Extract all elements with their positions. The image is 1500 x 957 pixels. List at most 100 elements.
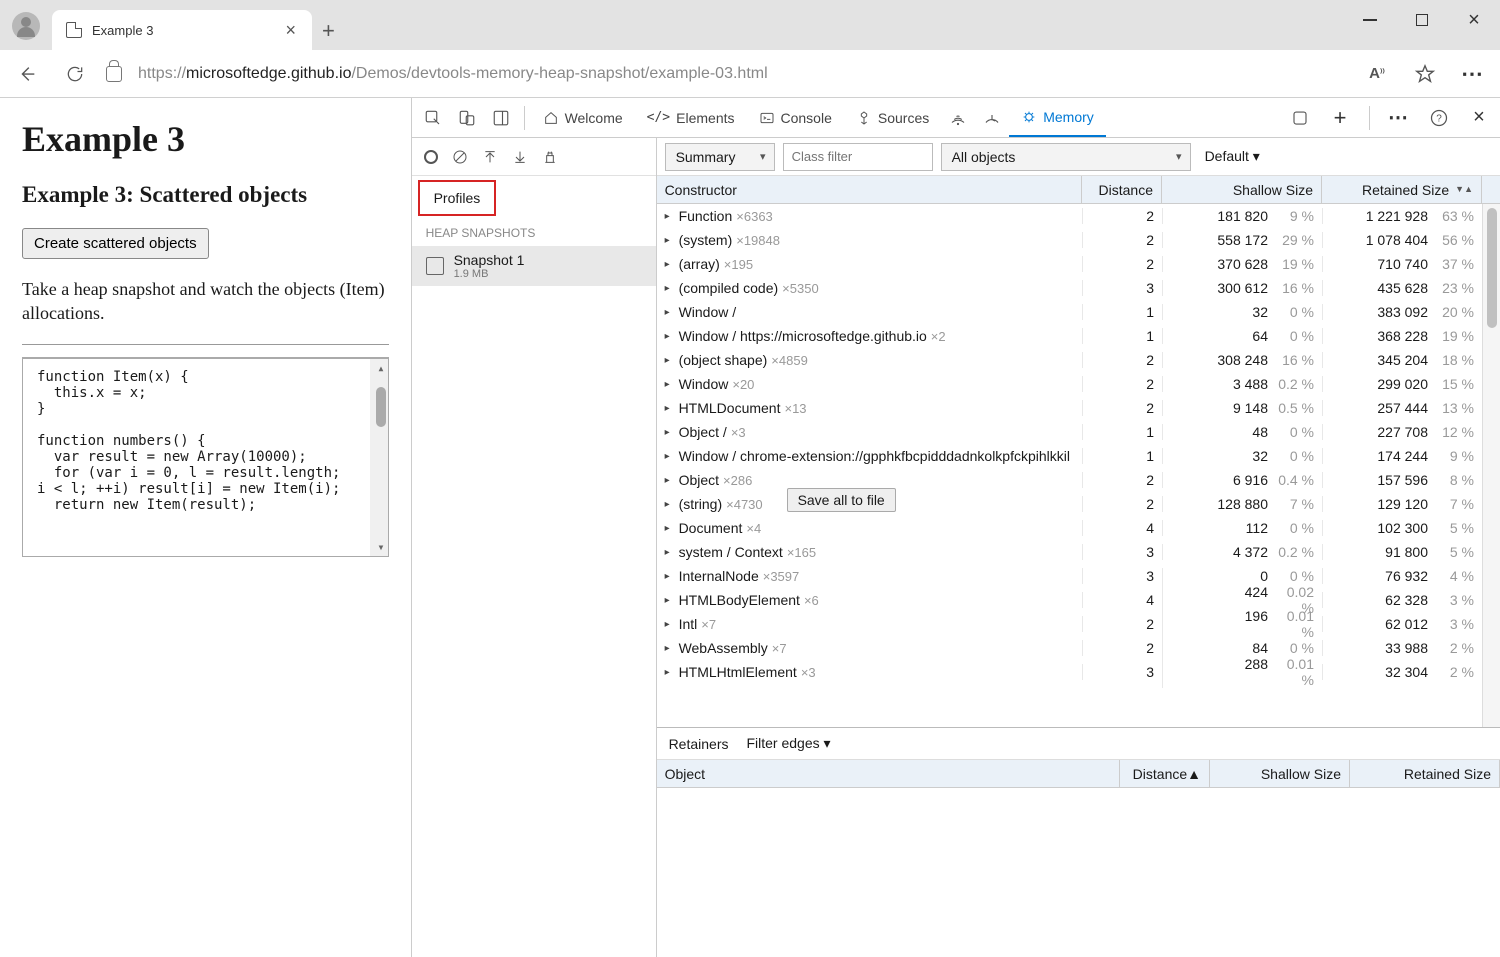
col-distance[interactable]: Distance bbox=[1082, 176, 1162, 203]
table-scrollbar[interactable] bbox=[1482, 204, 1500, 727]
svg-text:?: ? bbox=[1436, 113, 1442, 124]
tab-elements[interactable]: </>Elements bbox=[635, 98, 747, 137]
table-row[interactable]: ▸Window ×2023 4880.2 %299 02015 % bbox=[657, 372, 1500, 396]
refresh-button[interactable] bbox=[58, 57, 92, 91]
devtools-body: Profiles HEAP SNAPSHOTS Snapshot 1 1.9 M… bbox=[412, 138, 1500, 957]
filter-bar: Summary All objects Default ▾ bbox=[657, 138, 1500, 176]
summary-select[interactable]: Summary bbox=[665, 143, 775, 171]
lock-icon bbox=[106, 66, 122, 82]
snapshot-item[interactable]: Snapshot 1 1.9 MB bbox=[412, 246, 656, 286]
profile-avatar[interactable] bbox=[12, 12, 40, 40]
retainers-header: Object Distance ▲ Shallow Size Retained … bbox=[657, 760, 1500, 788]
col-constructor[interactable]: Constructor bbox=[657, 176, 1082, 203]
profiles-header[interactable]: Profiles bbox=[418, 180, 497, 216]
table-row[interactable]: ▸Object / ×31480 %227 70812 % bbox=[657, 420, 1500, 444]
filter-edges-select[interactable]: Filter edges ▾ bbox=[746, 735, 830, 752]
network-icon[interactable] bbox=[941, 101, 975, 135]
dock-icon[interactable] bbox=[484, 101, 518, 135]
profiles-sidebar: Profiles HEAP SNAPSHOTS Snapshot 1 1.9 M… bbox=[412, 138, 657, 957]
table-row[interactable]: ▸system / Context ×16534 3720.2 %91 8005… bbox=[657, 540, 1500, 564]
table-row[interactable]: ▸WebAssembly ×72840 %33 9882 % bbox=[657, 636, 1500, 660]
rcol-distance[interactable]: Distance ▲ bbox=[1120, 760, 1210, 787]
rcol-retained[interactable]: Retained Size bbox=[1350, 760, 1500, 787]
code-scrollbar[interactable]: ▴ ▾ bbox=[370, 359, 388, 556]
table-header: Constructor Distance Shallow Size Retain… bbox=[657, 176, 1500, 204]
more-icon[interactable]: ⋯ bbox=[1382, 101, 1416, 135]
table-row[interactable]: ▸HTMLHtmlElement ×332880.01 %32 3042 % bbox=[657, 660, 1500, 684]
help-icon[interactable]: ? bbox=[1422, 101, 1456, 135]
snapshot-main: Summary All objects Default ▾ Constructo… bbox=[657, 138, 1500, 957]
code-textarea[interactable]: function Item(x) { this.x = x; } functio… bbox=[22, 357, 389, 557]
table-row[interactable]: ▸(array) ×1952370 62819 %710 74037 % bbox=[657, 252, 1500, 276]
create-scattered-button[interactable]: Create scattered objects bbox=[22, 228, 209, 259]
minimize-button[interactable] bbox=[1344, 0, 1396, 40]
workspace: Example 3 Example 3: Scattered objects C… bbox=[0, 98, 1500, 957]
save-down-icon[interactable] bbox=[512, 149, 528, 165]
close-window-button[interactable]: × bbox=[1448, 0, 1500, 40]
table-row[interactable]: ▸InternalNode ×3597300 %76 9324 % bbox=[657, 564, 1500, 588]
browser-tab[interactable]: Example 3 × bbox=[52, 10, 312, 50]
table-row[interactable]: ▸HTMLDocument ×1329 1480.5 %257 44413 % bbox=[657, 396, 1500, 420]
tab-console[interactable]: Console bbox=[747, 98, 844, 137]
rcol-object[interactable]: Object bbox=[657, 760, 1120, 787]
table-row[interactable]: ▸(string) ×47302128 8807 %129 1207 % bbox=[657, 492, 1500, 516]
table-row[interactable]: ▸Document ×441120 %102 3005 % bbox=[657, 516, 1500, 540]
snapshot-icon bbox=[426, 257, 444, 275]
table-row[interactable]: ▸(system) ×198482558 17229 %1 078 40456 … bbox=[657, 228, 1500, 252]
table-row[interactable]: ▸Window / https://microsoftedge.github.i… bbox=[657, 324, 1500, 348]
all-objects-select[interactable]: All objects bbox=[941, 143, 1191, 171]
table-row[interactable]: ▸Window / chrome-extension://gpphkfbcpid… bbox=[657, 444, 1500, 468]
tab-memory[interactable]: Memory bbox=[1009, 98, 1106, 137]
url-host: microsoftedge.github.io bbox=[186, 65, 351, 83]
retainers-panel: Retainers Filter edges ▾ Object Distance… bbox=[657, 727, 1500, 957]
page-icon bbox=[66, 22, 82, 38]
favorite-icon[interactable] bbox=[1408, 57, 1442, 91]
inspect-icon[interactable] bbox=[416, 101, 450, 135]
close-devtools-icon[interactable]: × bbox=[1462, 101, 1496, 135]
table-body[interactable]: ▸Function ×63632181 8209 %1 221 92863 %▸… bbox=[657, 204, 1500, 727]
table-row[interactable]: ▸Window / 1320 %383 09220 % bbox=[657, 300, 1500, 324]
table-row[interactable]: ▸Intl ×721960.01 %62 0123 % bbox=[657, 612, 1500, 636]
table-row[interactable]: ▸(compiled code) ×53503300 61216 %435 62… bbox=[657, 276, 1500, 300]
retainers-tab[interactable]: Retainers bbox=[669, 736, 729, 752]
tab-well-icon[interactable] bbox=[1283, 101, 1317, 135]
table-row[interactable]: ▸Object ×28626 9160.4 %157 5968 % bbox=[657, 468, 1500, 492]
device-icon[interactable] bbox=[450, 101, 484, 135]
constructor-table: Constructor Distance Shallow Size Retain… bbox=[657, 176, 1500, 727]
page-h2: Example 3: Scattered objects bbox=[22, 182, 389, 208]
tab-welcome[interactable]: Welcome bbox=[531, 98, 635, 137]
devtools: Welcome </>Elements Console Sources Memo… bbox=[412, 98, 1500, 957]
save-tooltip: Save all to file bbox=[787, 488, 896, 512]
tab-sources[interactable]: Sources bbox=[844, 98, 941, 137]
heap-snapshots-label: HEAP SNAPSHOTS bbox=[412, 220, 656, 246]
performance-icon[interactable] bbox=[975, 101, 1009, 135]
col-shallow[interactable]: Shallow Size bbox=[1162, 176, 1322, 203]
clear-icon[interactable] bbox=[452, 149, 468, 165]
gc-icon[interactable] bbox=[542, 149, 558, 165]
tab-title: Example 3 bbox=[92, 23, 271, 38]
page-content: Example 3 Example 3: Scattered objects C… bbox=[0, 98, 412, 957]
url-field[interactable]: https://microsoftedge.github.io/Demos/de… bbox=[106, 65, 1346, 83]
rcol-shallow[interactable]: Shallow Size bbox=[1210, 760, 1350, 787]
menu-icon[interactable]: ⋯ bbox=[1456, 57, 1490, 91]
table-row[interactable]: ▸(object shape) ×48592308 24816 %345 204… bbox=[657, 348, 1500, 372]
url-path: /Demos/devtools-memory-heap-snapshot/exa… bbox=[351, 65, 767, 83]
maximize-button[interactable] bbox=[1396, 0, 1448, 40]
new-tab-button[interactable]: + bbox=[312, 18, 345, 50]
table-row[interactable]: ▸HTMLBodyElement ×644240.02 %62 3283 % bbox=[657, 588, 1500, 612]
page-h1: Example 3 bbox=[22, 118, 389, 160]
col-retained[interactable]: Retained Size▼▲ bbox=[1322, 176, 1482, 203]
default-select[interactable]: Default ▾ bbox=[1199, 148, 1266, 165]
window-controls: × bbox=[1344, 0, 1500, 40]
add-tab-icon[interactable]: + bbox=[1323, 101, 1357, 135]
back-button[interactable] bbox=[10, 57, 44, 91]
load-up-icon[interactable] bbox=[482, 149, 498, 165]
class-filter-input[interactable] bbox=[783, 143, 933, 171]
address-bar: https://microsoftedge.github.io/Demos/de… bbox=[0, 50, 1500, 98]
page-description: Take a heap snapshot and watch the objec… bbox=[22, 277, 389, 326]
profiles-toolbar bbox=[412, 138, 656, 176]
record-icon[interactable] bbox=[424, 150, 438, 164]
read-aloud-icon[interactable]: A⁾⁾ bbox=[1360, 57, 1394, 91]
close-tab-icon[interactable]: × bbox=[281, 20, 300, 41]
table-row[interactable]: ▸Function ×63632181 8209 %1 221 92863 % bbox=[657, 204, 1500, 228]
